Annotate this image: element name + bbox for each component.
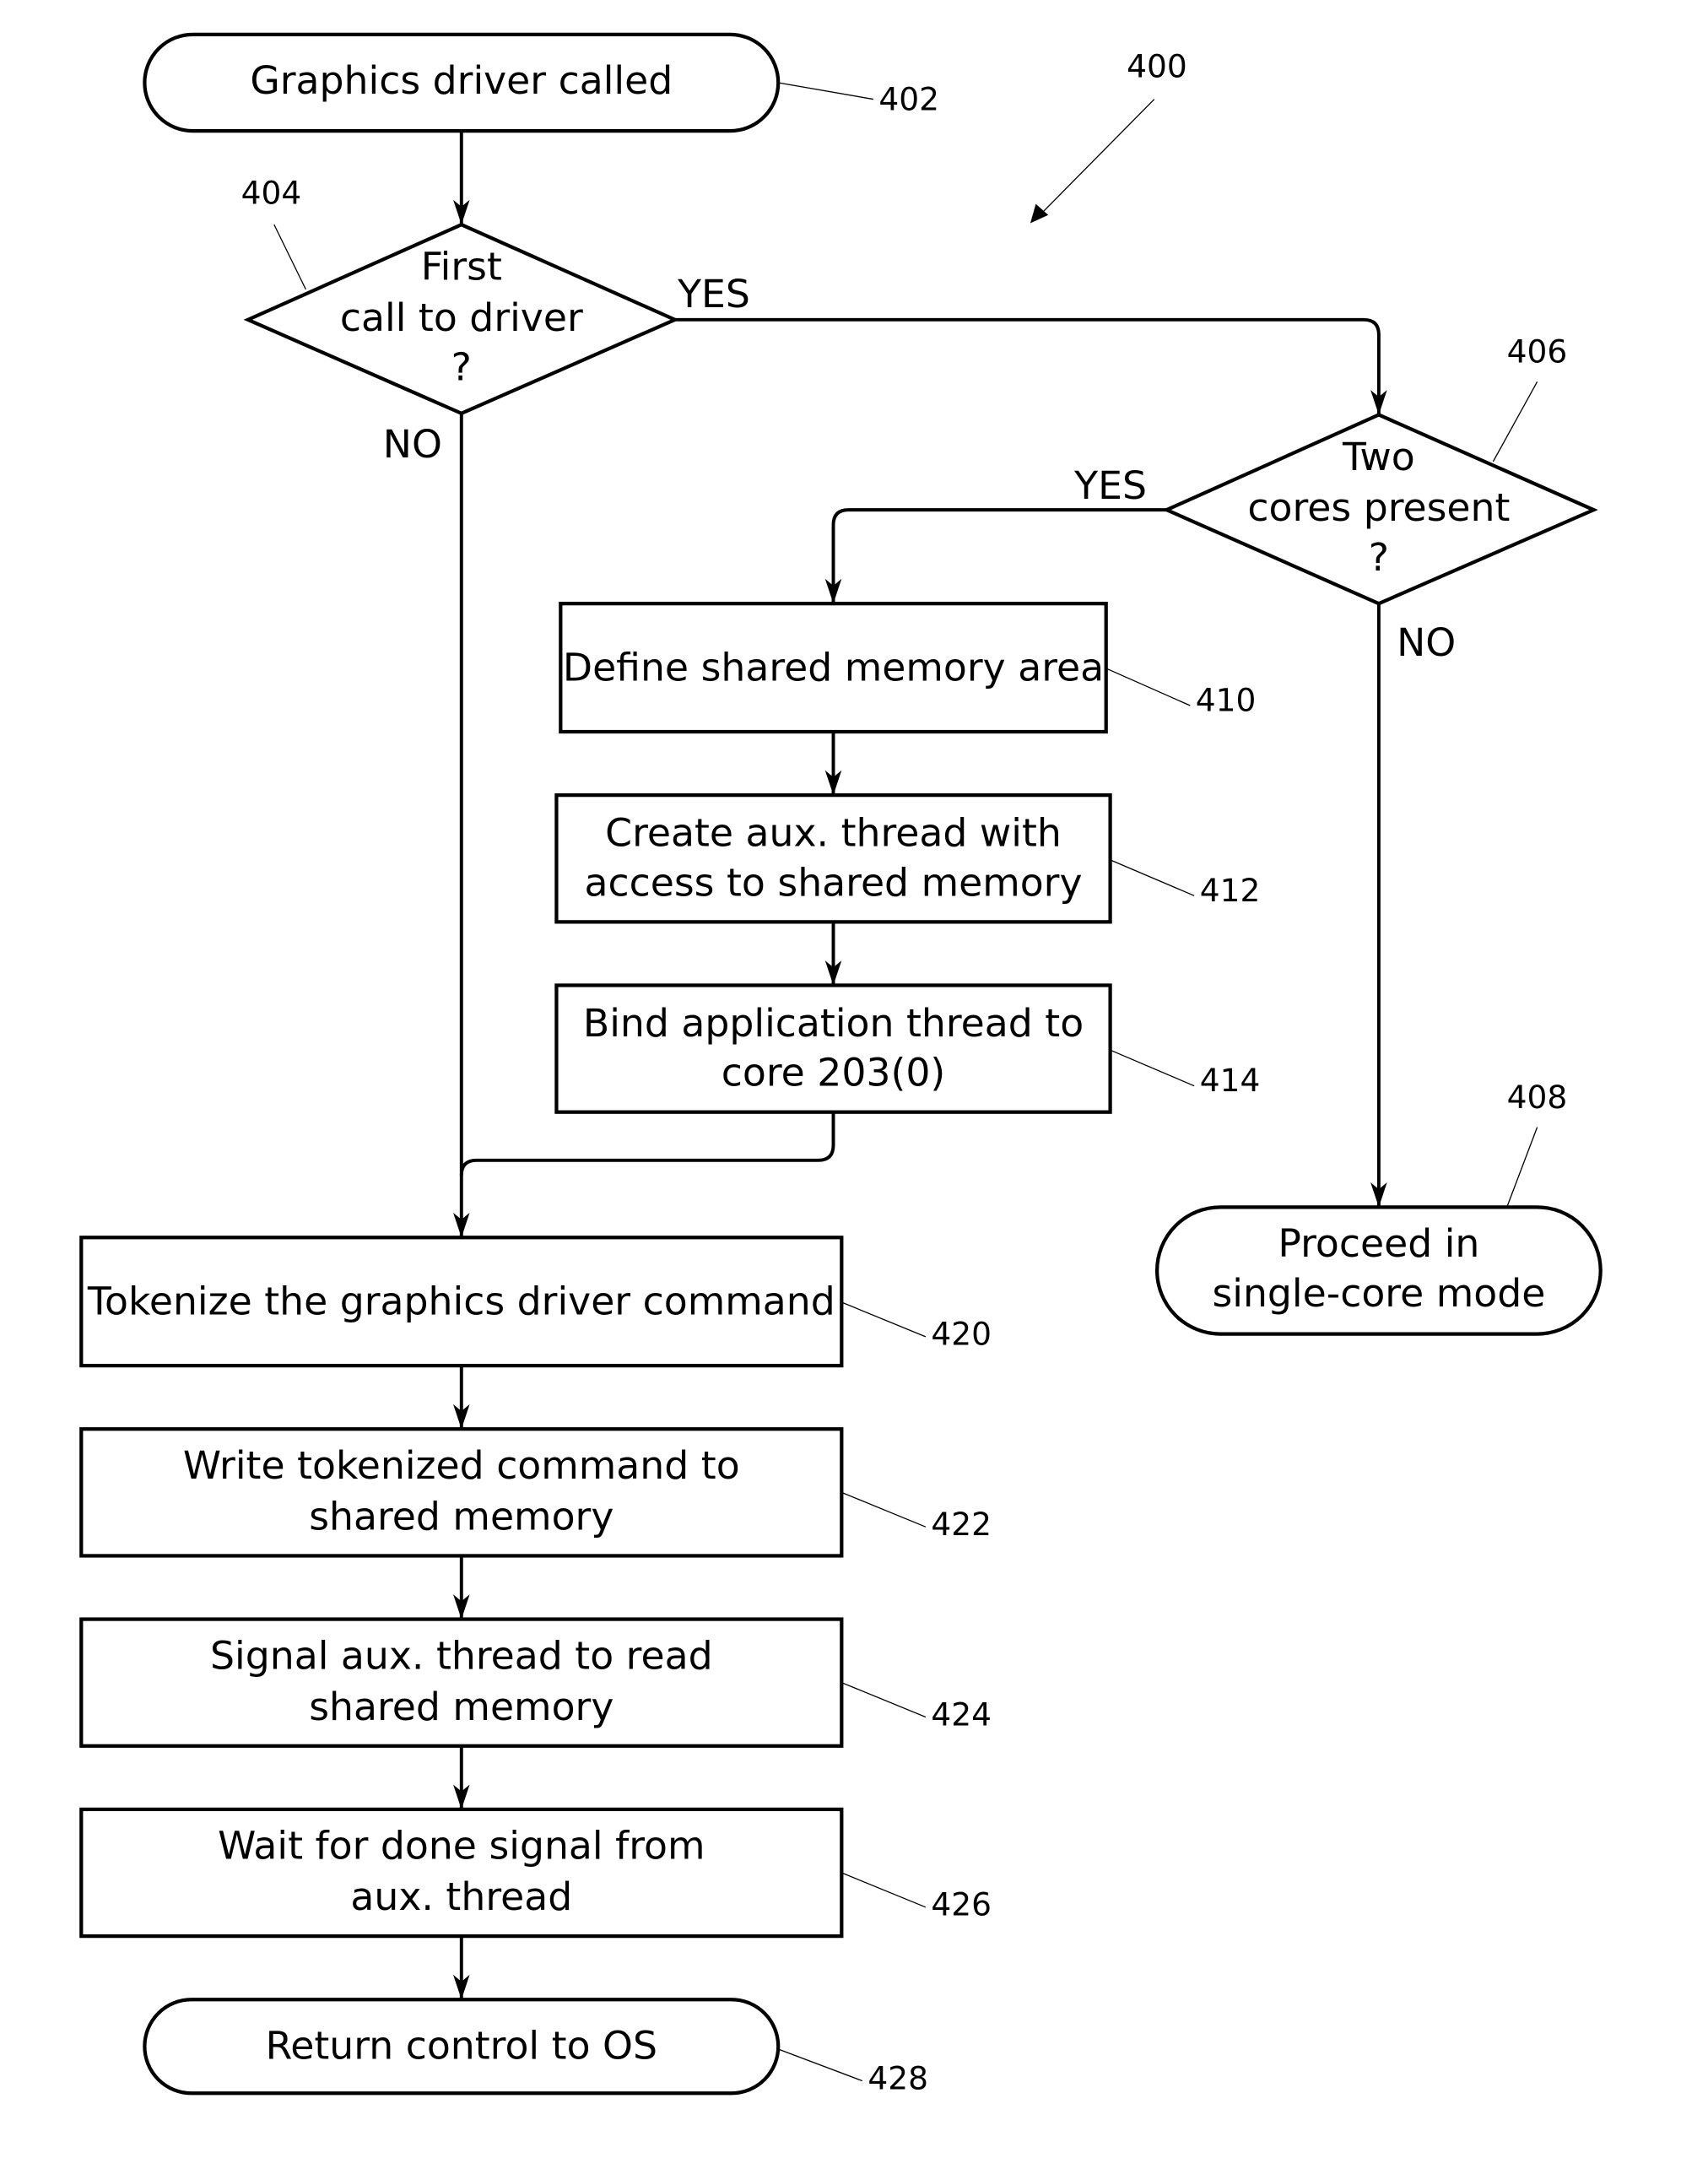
node-422-text-line-2: shared memory: [309, 1494, 613, 1539]
node-426-wait-for-done-signal: Wait for done signal from aux. thread 42…: [79, 1807, 992, 1939]
ref-422: 422: [931, 1506, 992, 1543]
leader-426: [841, 1872, 927, 1908]
node-404-text-line-3: ?: [451, 345, 472, 390]
leader-412: [1110, 859, 1195, 896]
node-422-text-line-1: Write tokenized command to: [183, 1443, 740, 1488]
ref-414: 414: [1200, 1062, 1261, 1099]
node-406-text-line-1: Two: [1342, 435, 1415, 479]
leader-422: [841, 1491, 927, 1528]
node-412-text-line-1: Create aux. thread with: [605, 811, 1062, 856]
ref-424: 424: [931, 1696, 992, 1733]
node-406-text-line-3: ?: [1369, 535, 1389, 580]
ref-406: 406: [1507, 333, 1568, 370]
node-410-text: Define shared memory area: [563, 646, 1104, 690]
node-422-write-tokenized-command: Write tokenized command to shared memory…: [79, 1427, 992, 1558]
figure-reference-arrow-icon: [1030, 203, 1049, 224]
node-408-text-line-1: Proceed in: [1278, 1221, 1479, 1266]
leader-408: [1506, 1127, 1538, 1208]
leader-406: [1492, 381, 1538, 462]
figure-reference-label: 400: [1127, 47, 1187, 84]
node-404-text-line-2: call to driver: [340, 295, 583, 340]
node-408-text-line-2: single-core mode: [1212, 1271, 1545, 1316]
leader-404: [273, 224, 306, 290]
node-414-text-line-2: core 203(0): [722, 1051, 945, 1095]
leader-424: [841, 1682, 927, 1718]
node-410-define-shared-memory: Define shared memory area 410: [559, 602, 1257, 734]
edge-406-410: [824, 508, 1167, 604]
node-428-text: Return control to OS: [266, 2023, 657, 2068]
leader-402: [778, 82, 873, 100]
figure-reference-arrow-line: [1039, 99, 1155, 216]
branch-label-404-yes: YES: [677, 272, 750, 316]
node-414-bind-application-thread: Bind application thread to core 203(0) 4…: [554, 983, 1261, 1114]
node-426-text-line-2: aux. thread: [350, 1874, 572, 1919]
node-402-text: Graphics driver called: [250, 58, 673, 103]
branch-label-406-yes: YES: [1073, 463, 1147, 508]
node-426-text-line-1: Wait for done signal from: [218, 1824, 705, 1869]
ref-412: 412: [1200, 872, 1261, 909]
node-412-create-aux-thread: Create aux. thread with access to shared…: [554, 793, 1261, 924]
ref-404: 404: [241, 175, 302, 212]
node-428-return-control: Return control to OS 428: [143, 1998, 928, 2096]
ref-426: 426: [931, 1886, 992, 1923]
ref-408: 408: [1507, 1079, 1568, 1116]
node-412-text-line-2: access to shared memory: [585, 860, 1083, 905]
ref-428: 428: [868, 2059, 928, 2096]
node-402-graphics-driver-called: Graphics driver called 402: [143, 32, 939, 133]
leader-410: [1105, 668, 1191, 706]
figure-reference: 400: [1030, 47, 1187, 224]
ref-420: 420: [931, 1316, 992, 1353]
node-404-first-call-decision: First call to driver ? 404: [241, 175, 680, 416]
leader-428: [777, 2048, 863, 2082]
edge-414-420: [459, 1111, 835, 1176]
node-420-tokenize-command: Tokenize the graphics driver command 420: [79, 1236, 992, 1368]
branch-label-406-no: NO: [1397, 620, 1456, 665]
branch-label-404-no: NO: [383, 422, 442, 467]
leader-420: [841, 1301, 927, 1338]
node-414-text-line-1: Bind application thread to: [583, 1001, 1084, 1046]
edge-404-406: [674, 317, 1387, 415]
node-406-text-line-2: cores present: [1247, 485, 1510, 530]
node-424-signal-aux-thread: Signal aux. thread to read shared memory…: [79, 1617, 992, 1748]
flowchart-400: 400 YES NO YES NO Graphics driver called…: [79, 32, 1603, 2096]
ref-402: 402: [878, 81, 939, 118]
ref-410: 410: [1196, 682, 1257, 719]
node-404-text-line-1: First: [421, 244, 502, 289]
node-424-text-line-1: Signal aux. thread to read: [210, 1633, 713, 1678]
node-420-text: Tokenize the graphics driver command: [87, 1279, 835, 1324]
node-424-text-line-2: shared memory: [309, 1685, 613, 1729]
leader-414: [1110, 1049, 1195, 1087]
